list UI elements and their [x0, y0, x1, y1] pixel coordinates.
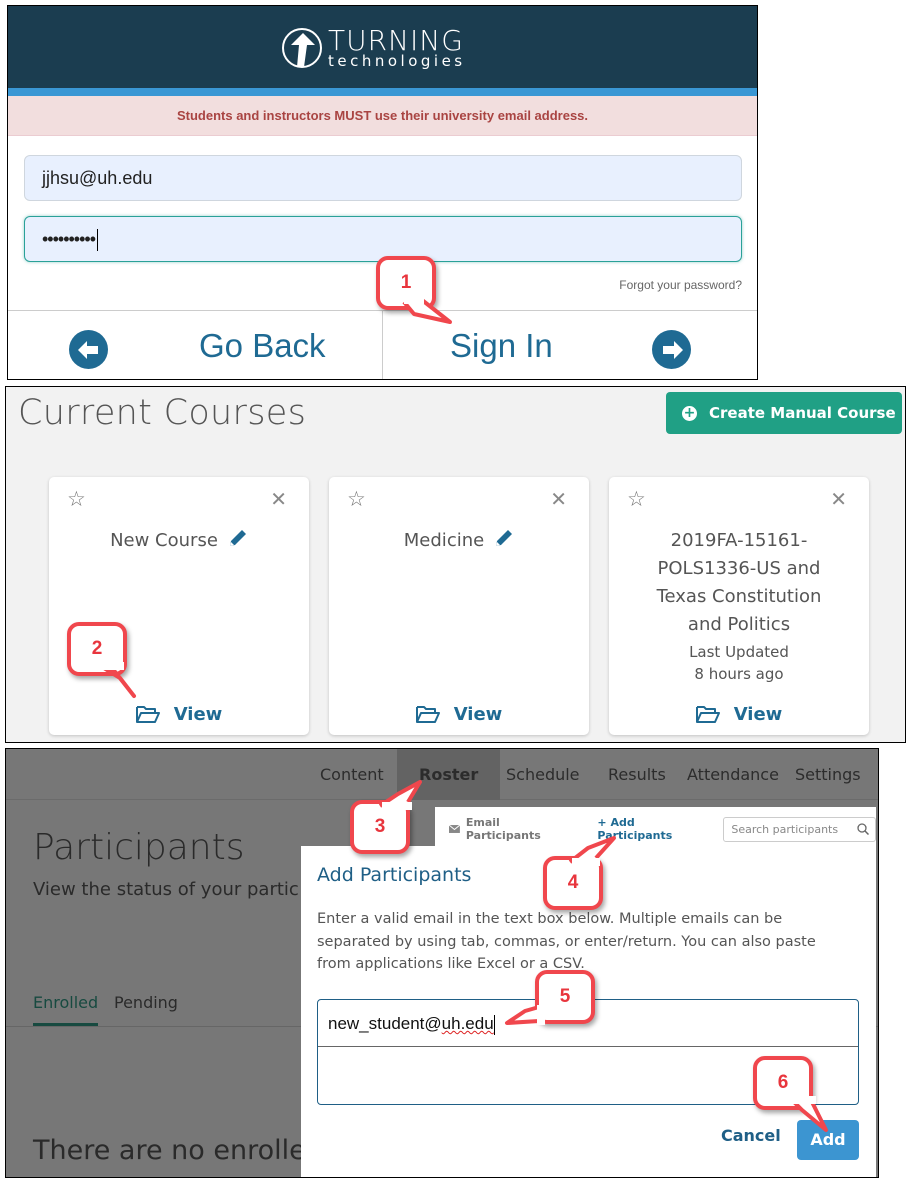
tab-enrolled[interactable]: Enrolled: [33, 993, 99, 1026]
view-label: View: [453, 703, 503, 725]
callout-tail-3: [378, 780, 422, 810]
text-caret: [97, 229, 99, 252]
email-notice-banner: Students and instructors MUST use their …: [8, 96, 757, 136]
arrow-right-circle-icon[interactable]: [652, 330, 691, 369]
search-icon: [857, 822, 869, 835]
callout-tail-1: [402, 296, 452, 324]
view-course-button[interactable]: View: [49, 699, 309, 729]
footer-divider: [382, 310, 383, 379]
close-icon[interactable]: ✕: [270, 489, 287, 509]
callout-tail-6: [792, 1096, 828, 1132]
email-entry-domain: uh.edu: [441, 1014, 494, 1033]
course-name-text: New Course: [110, 530, 218, 551]
tab-pending[interactable]: Pending: [114, 993, 178, 1012]
create-manual-course-label: Create Manual Course: [709, 404, 896, 422]
roster-panel: Content Roster Schedule Results Attendan…: [5, 748, 879, 1178]
last-updated-label: Last Updated: [689, 643, 789, 661]
email-participants-label: Email Participants: [465, 816, 541, 842]
course-card: ☆ ✕ 2019FA-15161- POLS1336-US and Texas …: [609, 477, 869, 735]
cancel-button[interactable]: Cancel: [721, 1126, 781, 1145]
logo-word-turning: TURNING: [328, 24, 464, 57]
nav-content[interactable]: Content: [320, 749, 384, 800]
star-icon[interactable]: ☆: [627, 489, 646, 510]
view-course-button[interactable]: View: [329, 699, 589, 729]
view-label: View: [733, 703, 783, 725]
course-card: ☆ ✕ Medicine View: [329, 477, 589, 735]
course-name: Medicine: [329, 527, 589, 557]
envelope-icon: [449, 825, 460, 833]
courses-panel: Current Courses + Create Manual Course ☆…: [5, 386, 906, 743]
email-entry-prefix: new_student@: [328, 1014, 442, 1033]
search-participants-input[interactable]: Search participants: [723, 816, 876, 842]
page-subtitle: View the status of your partic: [33, 879, 299, 900]
arrow-left-circle-icon[interactable]: [69, 330, 108, 369]
email-participants-button[interactable]: Email Participants: [449, 816, 577, 842]
turning-arrow-logo-icon: [282, 28, 322, 68]
go-back-button[interactable]: Go Back: [199, 310, 326, 379]
turning-technologies-logo: TURNING technologies: [282, 20, 466, 76]
roster-toolbar: Email Participants + Add Participants Se…: [435, 807, 876, 851]
callout-tail-5: [505, 1005, 545, 1025]
last-updated-value: 8 hours ago: [694, 665, 784, 683]
callout-tail-4: [568, 836, 616, 866]
empty-roster-message: There are no enrolled: [33, 1135, 323, 1166]
folder-open-icon: [135, 706, 160, 723]
dialog-description: Enter a valid email in the text box belo…: [317, 911, 816, 972]
last-updated: Last Updated 8 hours ago: [609, 641, 869, 685]
login-panel: TURNING technologies Students and instru…: [7, 5, 758, 380]
search-placeholder: Search participants: [731, 822, 839, 836]
forgot-password-link[interactable]: Forgot your password?: [619, 278, 742, 292]
pencil-icon[interactable]: [228, 528, 248, 557]
header-stripe: [8, 88, 757, 96]
sign-in-button[interactable]: Sign In: [450, 310, 553, 379]
close-icon[interactable]: ✕: [550, 489, 567, 509]
folder-open-icon: [695, 706, 720, 723]
logo-word-technologies: technologies: [328, 52, 466, 70]
password-field[interactable]: ••••••••••: [24, 216, 742, 262]
star-icon[interactable]: ☆: [347, 489, 366, 510]
nav-results[interactable]: Results: [608, 749, 666, 800]
dialog-title: Add Participants: [317, 864, 472, 886]
email-field-value: jjhsu@uh.edu: [42, 168, 153, 188]
create-manual-course-button[interactable]: + Create Manual Course: [666, 392, 902, 434]
nav-attendance[interactable]: Attendance: [687, 749, 779, 800]
text-caret: [493, 1014, 495, 1035]
email-field[interactable]: jjhsu@uh.edu: [24, 155, 742, 201]
course-name: New Course: [49, 527, 309, 557]
course-name-line: POLS1336-US and: [657, 558, 821, 579]
nav-settings[interactable]: Settings: [795, 749, 861, 800]
password-field-value: ••••••••••: [42, 229, 96, 249]
page-title: Participants: [33, 827, 245, 868]
course-name-line: Texas Constitution: [656, 586, 822, 607]
course-name-line: and Politics: [687, 614, 791, 635]
plus-circle-icon: +: [682, 404, 697, 421]
course-name-line: 2019FA-15161-: [670, 530, 808, 551]
nav-schedule[interactable]: Schedule: [506, 749, 580, 800]
callout-tail-2: [102, 662, 136, 698]
course-card: ☆ ✕ New Course View: [49, 477, 309, 735]
star-icon[interactable]: ☆: [67, 489, 86, 510]
view-label: View: [173, 703, 223, 725]
page-title: Current Courses: [18, 393, 307, 433]
course-name: 2019FA-15161- POLS1336-US and Texas Cons…: [609, 527, 869, 639]
view-course-button[interactable]: View: [609, 699, 869, 729]
close-icon[interactable]: ✕: [830, 489, 847, 509]
pencil-icon[interactable]: [494, 528, 514, 557]
course-name-text: Medicine: [403, 530, 485, 551]
folder-open-icon: [415, 706, 440, 723]
